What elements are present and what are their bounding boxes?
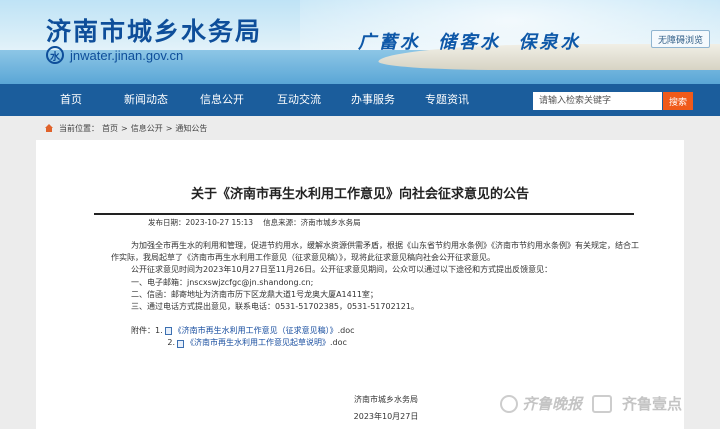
title-divider [94,213,634,215]
home-icon [44,123,54,133]
nav-item-interaction[interactable]: 互动交流 [277,84,321,116]
contact-address: 二、信函：邮寄地址为济南市历下区龙鼎大道1号龙奥大厦A1411室； [131,289,378,299]
attachment-row: 附件： 1. 《济南市再生水利用工作意见（征求意见稿）》 .doc [111,325,641,337]
attachment-number: 2. [167,338,175,348]
attachment-number: 1. [155,326,163,336]
site-title[interactable]: 济南市城乡水务局 [46,12,262,48]
signature-org: 济南市城乡水务局 [354,395,418,404]
site-header: 济南市城乡水务局 水 jnwater.jinan.gov.cn 广蓄水 储客水 … [0,0,720,84]
attachment-link[interactable]: 《济南市再生水利用工作意见（征求意见稿）》 [174,325,338,337]
article-card: 关于《济南市再生水利用工作意见》向社会征求意见的公告 发布日期：2023-10-… [36,140,684,429]
site-domain-row: 水 jnwater.jinan.gov.cn [46,46,183,64]
contact-phone: 三、通过电话方式提出意见，联系电话：0531-51702385，0531-517… [131,302,419,312]
nav-item-news[interactable]: 新闻动态 [124,84,168,116]
header-slogan: 广蓄水 储客水 保泉水 [358,32,582,53]
breadcrumb: 当前位置： 首页 > 信息公开 > 通知公告 [44,121,207,135]
attachment-ext: .doc [330,338,347,348]
attachments-label: 附件： [131,326,155,336]
article-title: 关于《济南市再生水利用工作意见》向社会征求意见的公告 [190,187,529,202]
watermark-text: 齐鲁晚报 [522,395,583,413]
watermark: 齐鲁晚报 齐鲁壹点 [500,393,682,414]
nav-item-home[interactable]: 首页 [60,84,82,116]
article-meta: 发布日期：2023-10-27 15:13 信息来源：济南市城乡水务局 [148,217,361,228]
breadcrumb-item-info[interactable]: 信息公开 [131,123,163,134]
nav-item-services[interactable]: 办事服务 [351,84,395,116]
attachment-ext: .doc [337,326,355,336]
search-button[interactable]: 搜索 [663,92,693,110]
publish-date: 发布日期：2023-10-27 15:13 [148,218,254,227]
watermark-text: 齐鲁壹点 [622,395,683,413]
breadcrumb-prefix: 当前位置： [59,123,99,133]
breadcrumb-separator: > [165,123,173,133]
article-body: 为加强全市再生水的利用和管理，促进节约用水，缓解水资源供需矛盾，根据《山东省节约… [111,240,641,350]
attachment-row: 2. 《济南市再生水利用工作意见起草说明》 .doc [111,337,641,349]
info-source: 信息来源：济南市城乡水务局 [263,218,361,227]
paragraph: 公开征求意见时间为2023年10月27日至11月26日。公开征求意见期间，公众可… [131,265,553,275]
site-domain: jnwater.jinan.gov.cn [70,47,184,63]
nav-item-info-disclosure[interactable]: 信息公开 [200,84,244,116]
attachment-link[interactable]: 《济南市再生水利用工作意见起草说明》 [186,337,330,349]
doc-file-icon [164,327,172,336]
search-input[interactable] [533,92,662,110]
contact-email: 一、电子邮箱：jnscxswjzcfgc@jn.shandong.cn; [131,277,314,287]
accessibility-button[interactable]: 无障碍浏览 [651,30,710,48]
water-logo-icon: 水 [46,46,64,64]
doc-file-icon [177,339,184,348]
breadcrumb-separator: > [121,123,128,133]
breadcrumb-item-notice[interactable]: 通知公告 [175,123,207,134]
signature-date: 2023年10月27日 [353,412,419,421]
nav-item-topics[interactable]: 专题资讯 [425,84,469,116]
breadcrumb-item-home[interactable]: 首页 [102,123,118,134]
watermark-logo-icon [500,394,518,413]
watermark-box-icon [592,394,613,413]
paragraph: 为加强全市再生水的利用和管理，促进节约用水，缓解水资源供需矛盾，根据《山东省节约… [111,241,639,263]
